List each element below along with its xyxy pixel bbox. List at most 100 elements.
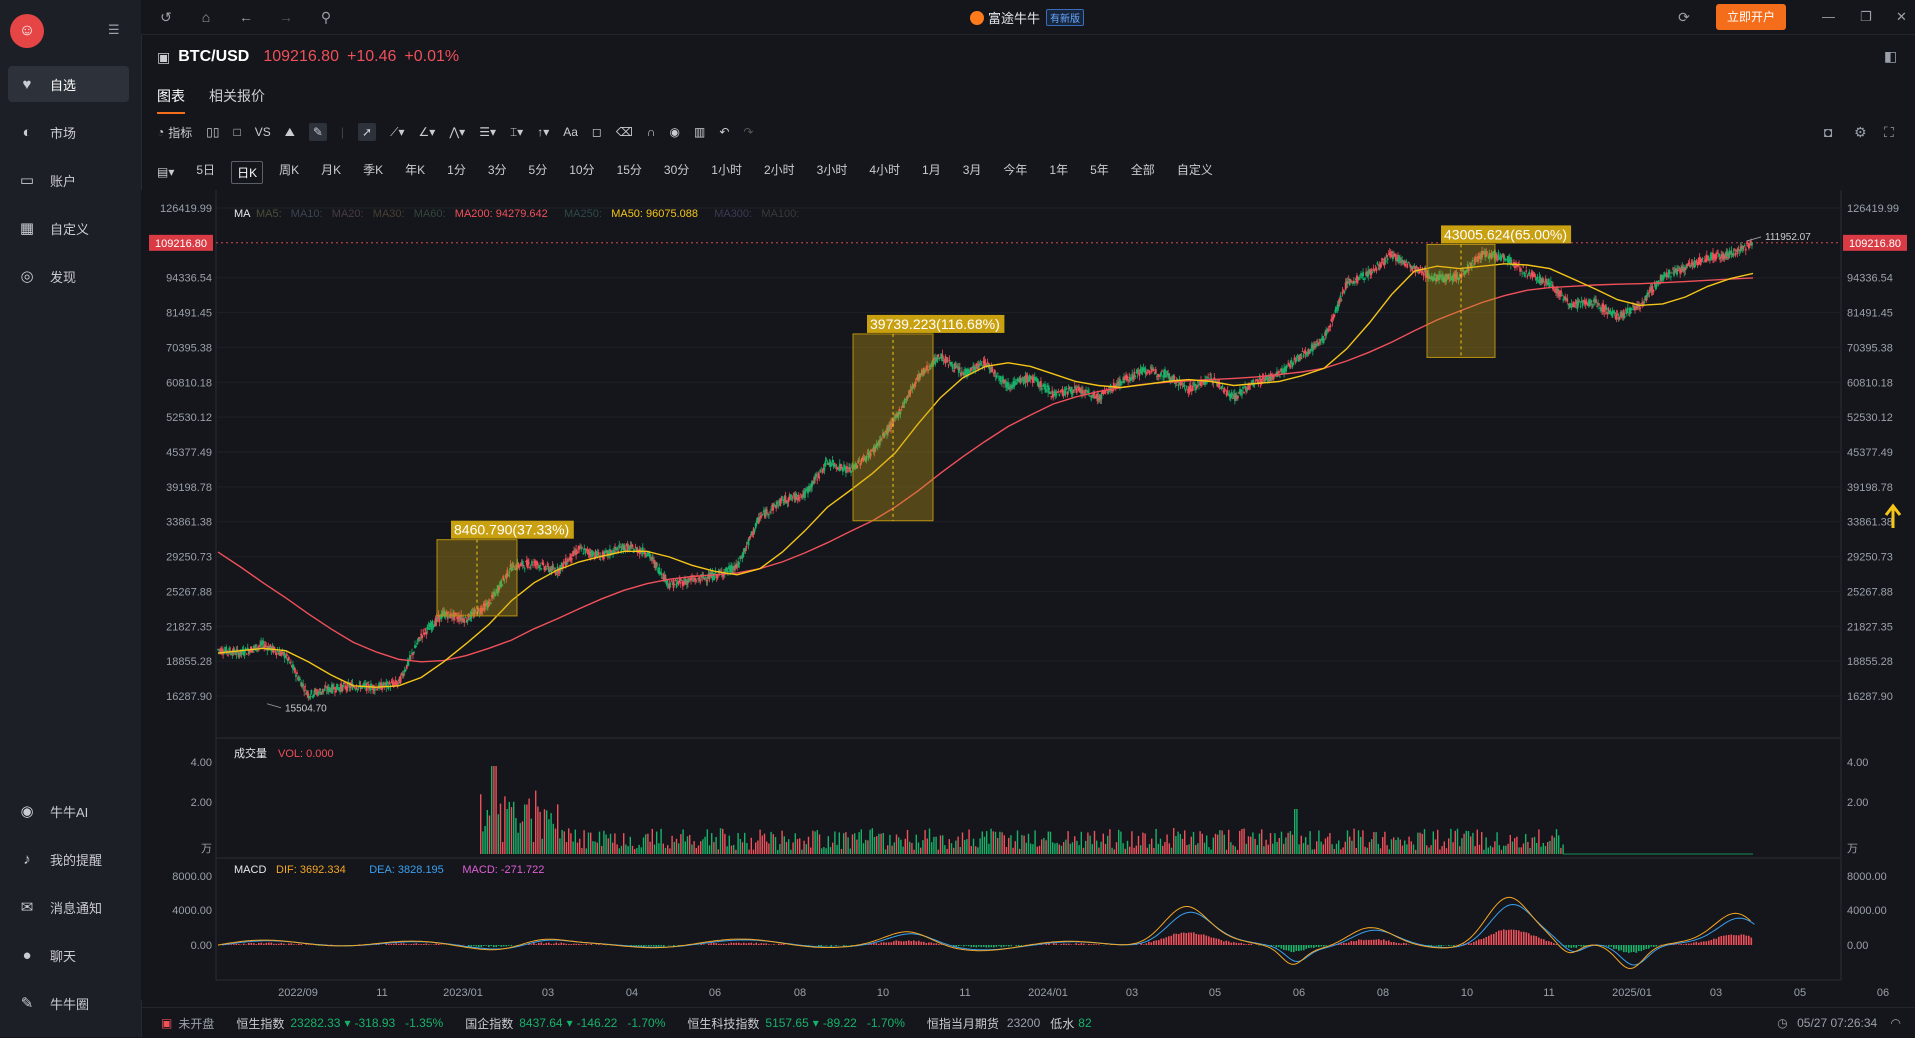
comment-icon[interactable]: ◻ [592,125,602,139]
volume-bar [1536,843,1537,854]
tab-related-quotes[interactable]: 相关报价 [209,86,265,114]
rectangle-icon[interactable]: □ [233,125,240,139]
collapse-sidebar-icon[interactable]: ☰ [108,22,124,36]
sidebar-item-watchlist[interactable]: ♥ 自选 [8,66,129,102]
magnet-icon[interactable]: ∩ [647,125,656,139]
compare-button[interactable]: VS [255,125,271,139]
tab-chart[interactable]: 图表 [157,86,185,114]
history-icon[interactable]: ↺ [157,8,175,26]
period-6[interactable]: 1分 [447,161,466,184]
period-2[interactable]: 周K [279,161,299,184]
sidebar-item-account[interactable]: ▭ 账户 [8,162,129,198]
open-account-button[interactable]: 立即开户 [1716,4,1786,30]
back-icon[interactable]: ← [237,8,255,26]
calendar-icon[interactable]: ▤▾ [157,165,174,179]
arrow-tool-icon[interactable]: ↑▾ [537,125,549,139]
volume-y-tick-right: 万 [1847,843,1858,855]
text-tool-button[interactable]: Aa [563,125,578,139]
sidebar-item-chat[interactable]: ● 聊天 [8,937,129,973]
forward-icon[interactable]: → [277,8,295,26]
volume-bar [942,835,943,854]
price-chart[interactable]: 126419.99126419.9994336.5494336.5481491.… [141,190,1915,1000]
search-icon[interactable]: ⚲ [317,8,335,26]
volume-bar [1433,831,1434,854]
sidebar-item-label: 牛牛圈 [50,994,89,1013]
sidebar-item-market[interactable]: ◐ 市场 [8,114,129,150]
settings-icon[interactable]: ⚙ [1854,124,1867,141]
period-8[interactable]: 5分 [529,161,548,184]
sidebar-item-notifications[interactable]: ✉ 消息通知 [8,889,129,925]
measure-tool-icon[interactable]: ⌶▾ [510,125,523,140]
home-icon[interactable]: ⌂ [197,8,215,26]
period-17[interactable]: 3月 [963,161,982,184]
fib-tool-icon[interactable]: ☰▾ [479,125,496,139]
x-tick-label: 2023/01 [443,987,483,999]
period-21[interactable]: 全部 [1131,161,1155,184]
eraser-icon[interactable]: ⌫ [616,125,633,139]
period-16[interactable]: 1月 [922,161,941,184]
update-badge[interactable]: 有新版 [1046,9,1084,26]
candle-body [1371,272,1373,274]
redo-icon[interactable]: ↷ [743,125,753,139]
macd-bar [1243,944,1245,945]
period-7[interactable]: 3分 [488,161,507,184]
sidebar-item-custom[interactable]: ▦ 自定义 [8,210,129,246]
period-9[interactable]: 10分 [569,161,594,184]
sidebar-item-discover[interactable]: ◎ 发现 [8,258,129,294]
macd-bar [471,945,473,946]
candle-body [1580,306,1582,307]
maximize-icon[interactable]: ❐ [1860,9,1872,25]
refresh-icon[interactable]: ⟳ [1675,8,1693,26]
fullscreen-icon[interactable]: ⛶ [1884,124,1894,141]
pen-tool-icon[interactable]: ✎ [309,123,327,141]
volume-bar [537,807,538,854]
chart-style-icon[interactable]: ⛰ [285,125,295,140]
volume-bar [957,837,958,854]
futures-quote[interactable]: 恒指当月期货 23200 低水 82 [927,1015,1092,1032]
trash-icon[interactable]: ▥ [694,125,705,139]
line-tool-icon[interactable]: ⟋▾ [390,125,404,140]
volume-bar [968,830,969,854]
angle-tool-icon[interactable]: ∠▾ [419,125,436,139]
period-0[interactable]: 5日 [196,161,215,184]
sidebar-item-alerts[interactable]: ♪ 我的提醒 [8,841,129,877]
minimize-icon[interactable]: — [1822,9,1835,24]
volume-bar [944,845,945,854]
volume-bar [484,826,485,854]
panel-toggle-icon[interactable]: ◧ [1884,48,1897,65]
period-22[interactable]: 自定义 [1177,161,1213,184]
period-4[interactable]: 季K [363,161,383,184]
period-20[interactable]: 5年 [1090,161,1109,184]
period-15[interactable]: 4小时 [869,161,900,184]
period-13[interactable]: 2小时 [764,161,795,184]
screenshot-icon[interactable]: ◘ [1824,124,1832,140]
volume-bar [933,837,934,854]
wave-tool-icon[interactable]: ⋀▾ [449,125,465,139]
eye-icon[interactable]: ◉ [669,125,679,139]
period-12[interactable]: 1小时 [711,161,742,184]
index-hsi[interactable]: 恒生指数 23282.33 ▾ -318.93 -1.35% [236,1015,443,1032]
macd-bar [916,941,918,945]
period-5[interactable]: 年K [405,161,425,184]
macd-bar [1091,944,1093,945]
period-14[interactable]: 3小时 [817,161,848,184]
candle-body [820,468,822,469]
period-1[interactable]: 日K [231,161,263,184]
period-19[interactable]: 1年 [1049,161,1068,184]
index-hscei[interactable]: 国企指数 8437.64 ▾ -146.22 -1.70% [465,1015,665,1032]
sidebar-item-ai[interactable]: ◉ 牛牛AI [8,793,129,829]
volume-bar [817,830,818,854]
undo-icon[interactable]: ↶ [719,125,729,139]
indicator-button[interactable]: ◔指标 [157,124,192,141]
cursor-icon[interactable]: ➚ [358,123,376,141]
avatar[interactable]: ☺ [10,14,44,48]
sidebar-item-community[interactable]: ✎ 牛牛圈 [8,985,129,1021]
period-3[interactable]: 月K [321,161,341,184]
symbol-list-icon[interactable]: ▣ [157,49,170,66]
period-11[interactable]: 30分 [664,161,689,184]
index-hstech[interactable]: 恒生科技指数 5157.65 ▾ -89.22 -1.70% [687,1015,905,1032]
period-18[interactable]: 今年 [1003,161,1027,184]
close-icon[interactable]: ✕ [1896,9,1907,25]
period-10[interactable]: 15分 [617,161,642,184]
candle-type-icon[interactable]: ▯▯ [206,125,219,139]
